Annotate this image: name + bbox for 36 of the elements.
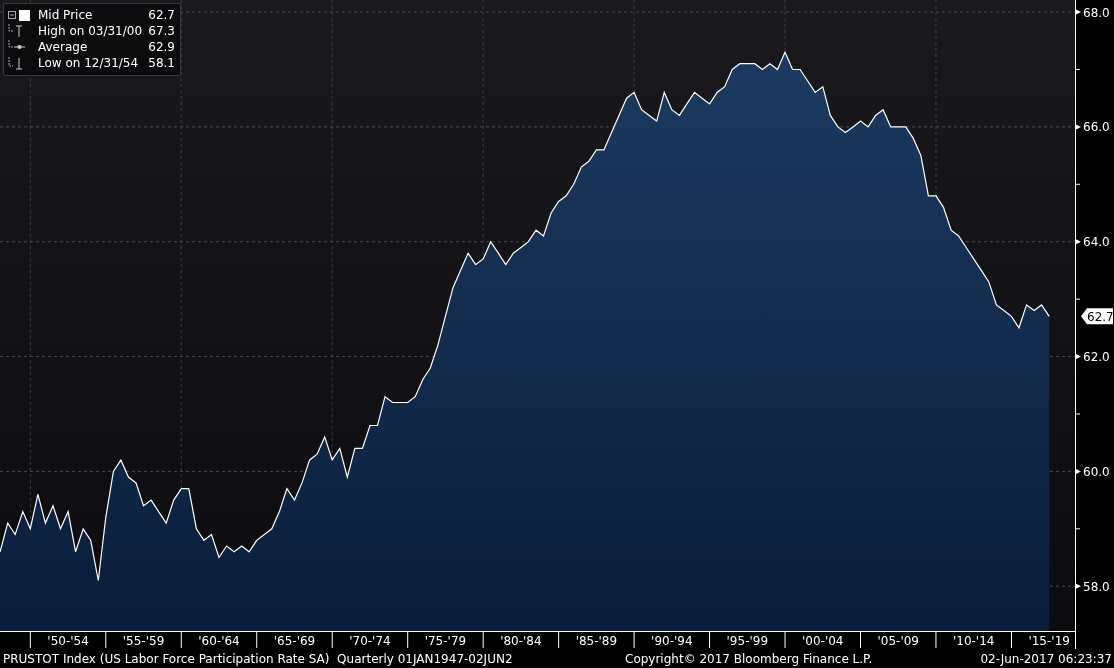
legend-label: Mid Price <box>38 8 93 22</box>
average-marker-icon <box>8 40 25 50</box>
legend-label: High on 03/31/00 <box>38 24 143 38</box>
y-axis-label: 64.0 <box>1083 235 1110 250</box>
x-axis-label: '95-'99 <box>726 634 769 648</box>
x-axis-label: '55-'59 <box>122 634 165 648</box>
index-description: PRUSTOT Index (US Labor Force Participation Rate SA) Quarterly 01JAN1947-02JUN2 <box>3 652 514 666</box>
legend-value: 62.7 <box>148 8 176 22</box>
copyright-text: Copyright© 2017 Bloomberg Finance L.P. <box>625 652 874 666</box>
legend-label: Low on 12/31/54 <box>38 56 139 70</box>
x-axis-label: '75-'79 <box>424 634 467 648</box>
x-axis-label: '15-'19 <box>1028 634 1070 648</box>
x-axis-label: '80-'84 <box>500 634 542 648</box>
x-axis-label: '85-'89 <box>575 634 618 648</box>
legend-value: 62.9 <box>148 40 176 54</box>
legend-value: 67.3 <box>148 24 176 38</box>
legend-value: 58.1 <box>148 56 176 70</box>
y-axis-label: 62.0 <box>1083 350 1110 365</box>
x-axis-label: '60-'64 <box>198 634 240 648</box>
high-marker-icon <box>8 24 23 38</box>
x-axis-label: '10-'14 <box>953 634 995 648</box>
y-axis-label: 66.0 <box>1083 120 1110 135</box>
series-swatch-icon <box>8 8 30 22</box>
x-axis-label: '65-'69 <box>273 634 316 648</box>
x-axis-label: '70-'74 <box>349 634 391 648</box>
x-axis-label: '50-'54 <box>47 634 89 648</box>
legend-label: Average <box>38 40 88 54</box>
y-axis-label: 60.0 <box>1083 464 1110 479</box>
x-axis-label: '00-'04 <box>802 634 844 648</box>
low-marker-icon <box>8 56 23 70</box>
x-axis-label: '90-'94 <box>651 634 693 648</box>
last-value-tag: 62.7 <box>1081 308 1114 325</box>
y-axis-label: 58.0 <box>1083 579 1110 594</box>
y-axis-label: 68.0 <box>1083 5 1110 20</box>
timestamp: 02-Jun-2017 06:23:37 <box>980 652 1112 666</box>
x-axis-label: '05-'09 <box>877 634 919 648</box>
